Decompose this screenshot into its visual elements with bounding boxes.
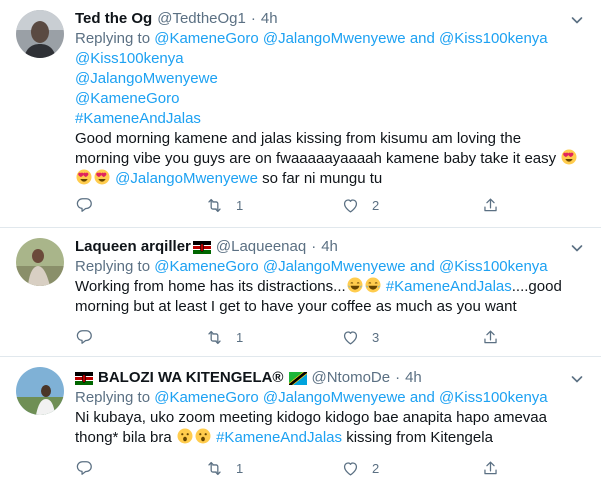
user-handle[interactable]: @TedtheOg1 bbox=[157, 9, 246, 29]
astonished-emoji-icon bbox=[177, 428, 193, 444]
hashtag-link[interactable]: #KameneAndJalas bbox=[216, 429, 342, 446]
retweet-button[interactable]: 1 bbox=[205, 459, 341, 478]
retweet-icon bbox=[208, 198, 221, 213]
avatar[interactable] bbox=[16, 238, 64, 286]
kenya-flag-icon bbox=[75, 371, 93, 385]
like-count: 2 bbox=[372, 461, 380, 476]
reply-button[interactable] bbox=[75, 328, 205, 347]
tanzania-flag-icon bbox=[288, 371, 307, 385]
tweet-2[interactable]: Laqueen arqiller @Laqueenaq · 4h Replyin… bbox=[0, 227, 601, 356]
timestamp[interactable]: 4h bbox=[261, 9, 278, 29]
reply-mention[interactable]: @JalangoMwenyewe bbox=[263, 258, 406, 275]
mention-link[interactable]: @Kiss100kenya bbox=[75, 49, 585, 69]
share-button[interactable] bbox=[481, 196, 500, 215]
reply-icon bbox=[76, 461, 92, 475]
display-name[interactable]: BALOZI WA KITENGELA® bbox=[98, 368, 284, 388]
retweet-button[interactable]: 1 bbox=[205, 196, 341, 215]
display-name[interactable]: Laqueen arqiller bbox=[75, 237, 191, 257]
share-icon bbox=[484, 461, 497, 475]
retweet-count: 1 bbox=[236, 330, 244, 345]
heart-icon bbox=[343, 462, 358, 476]
like-button[interactable]: 2 bbox=[341, 459, 481, 478]
hashtag-link[interactable]: #KameneAndJalas bbox=[75, 109, 585, 129]
separator-dot: · bbox=[250, 10, 256, 27]
tweet-text: Working from home has its distractions..… bbox=[75, 278, 346, 295]
chevron-down-icon[interactable] bbox=[569, 240, 585, 256]
mention-link[interactable]: @JalangoMwenyewe bbox=[75, 69, 585, 89]
avatar-photo bbox=[16, 367, 64, 415]
heart-eyes-emoji-icon bbox=[94, 169, 110, 185]
joy-emoji-icon bbox=[364, 277, 381, 293]
heart-icon bbox=[343, 331, 358, 345]
share-button[interactable] bbox=[481, 459, 500, 478]
like-count: 3 bbox=[372, 330, 380, 345]
avatar[interactable] bbox=[16, 367, 64, 415]
reply-mention[interactable]: @Kiss100kenya bbox=[439, 389, 548, 406]
reply-mention[interactable]: @JalangoMwenyewe bbox=[263, 389, 406, 406]
user-handle[interactable]: @NtomoDe bbox=[312, 368, 391, 388]
kenya-flag-icon bbox=[192, 240, 211, 254]
tweet-1[interactable]: Ted the Og @TedtheOg1 · 4h Replying to @… bbox=[0, 0, 601, 226]
reply-and[interactable]: and bbox=[410, 258, 435, 275]
tweet-text: ....good bbox=[511, 278, 562, 295]
joy-emoji-icon bbox=[346, 277, 363, 293]
replying-to-label: Replying to bbox=[75, 30, 151, 47]
display-name[interactable]: Ted the Og bbox=[75, 9, 152, 29]
retweet-icon bbox=[208, 330, 221, 345]
reply-and[interactable]: and bbox=[410, 389, 435, 406]
share-icon bbox=[484, 198, 497, 212]
reply-button[interactable] bbox=[75, 196, 205, 215]
reply-mention[interactable]: @KameneGoro bbox=[154, 258, 258, 275]
retweet-count: 1 bbox=[236, 198, 244, 213]
avatar-photo bbox=[16, 238, 64, 286]
tweet-text-line: Good morning kamene and jalas kissing fr… bbox=[75, 130, 522, 147]
tweet-text-line: morning vibe you guys are on fwaaaaayaaa… bbox=[75, 150, 557, 167]
mention-link[interactable]: @KameneGoro bbox=[75, 89, 585, 109]
heart-eyes-emoji-icon bbox=[76, 169, 92, 185]
mention-link[interactable]: @JalangoMwenyewe bbox=[115, 170, 258, 187]
chevron-down-icon[interactable] bbox=[569, 12, 585, 28]
chevron-down-icon[interactable] bbox=[569, 371, 585, 387]
tweet-3[interactable]: BALOZI WA KITENGELA® @NtomoDe · 4h Reply… bbox=[0, 356, 601, 490]
heart-eyes-emoji-icon bbox=[561, 149, 577, 165]
reply-mention[interactable]: @KameneGoro bbox=[154, 389, 258, 406]
replying-to-label: Replying to bbox=[75, 258, 151, 275]
reply-button[interactable] bbox=[75, 459, 205, 478]
share-icon bbox=[484, 330, 497, 344]
user-handle[interactable]: @Laqueenaq bbox=[216, 237, 306, 257]
timestamp[interactable]: 4h bbox=[405, 368, 422, 388]
avatar-photo bbox=[16, 10, 64, 58]
reply-icon bbox=[76, 330, 92, 344]
tweet-text: so far ni mungu tu bbox=[262, 170, 383, 187]
heart-icon bbox=[343, 199, 358, 213]
reply-mention[interactable]: @JalangoMwenyewe bbox=[263, 30, 406, 47]
astonished-emoji-icon bbox=[195, 428, 211, 444]
replying-to-label: Replying to bbox=[75, 389, 151, 406]
retweet-count: 1 bbox=[236, 461, 244, 476]
separator-dot: · bbox=[311, 238, 317, 255]
tweet-text: kissing from Kitengela bbox=[346, 429, 493, 446]
reply-mention[interactable]: @Kiss100kenya bbox=[439, 30, 548, 47]
share-button[interactable] bbox=[481, 328, 500, 347]
retweet-icon bbox=[208, 461, 221, 476]
tweet-text-line: morning but at least I get to have your … bbox=[75, 298, 517, 315]
like-count: 2 bbox=[372, 198, 380, 213]
reply-and[interactable]: and bbox=[410, 30, 435, 47]
timestamp[interactable]: 4h bbox=[321, 237, 338, 257]
like-button[interactable]: 2 bbox=[341, 196, 481, 215]
like-button[interactable]: 3 bbox=[341, 328, 481, 347]
tweet-text-line: Ni kubaya, uko zoom meeting kidogo kidog… bbox=[75, 409, 547, 426]
tweet-text: thong* bila bra bbox=[75, 429, 172, 446]
hashtag-link[interactable]: #KameneAndJalas bbox=[386, 278, 512, 295]
reply-mention[interactable]: @KameneGoro bbox=[154, 30, 258, 47]
separator-dot: · bbox=[395, 369, 401, 386]
avatar[interactable] bbox=[16, 10, 64, 58]
retweet-button[interactable]: 1 bbox=[205, 328, 341, 347]
reply-icon bbox=[76, 198, 92, 212]
reply-mention[interactable]: @Kiss100kenya bbox=[439, 258, 548, 275]
